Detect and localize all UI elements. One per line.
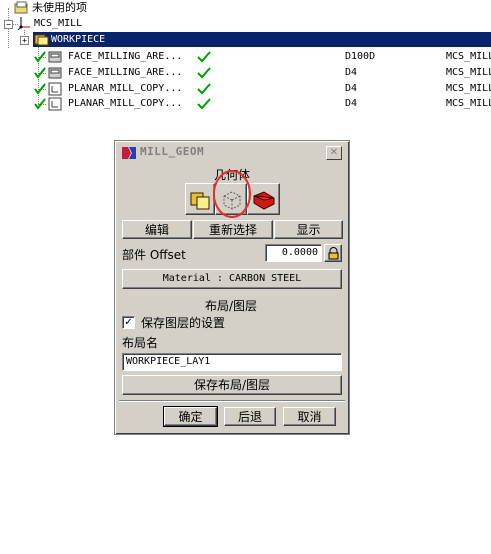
edit-button[interactable]: 编辑 <box>122 220 192 239</box>
tree-item-label: WORKPIECE <box>51 34 106 45</box>
operation-geometry: MCS_MILL <box>446 67 491 78</box>
tree-item-workpiece[interactable]: WORKPIECE <box>33 32 491 47</box>
save-layout-button[interactable]: 保存布局/图层 <box>122 375 342 395</box>
divider <box>119 400 345 402</box>
status-check-icon <box>197 67 211 79</box>
material-button[interactable]: Material : CARBON STEEL <box>122 269 342 289</box>
layout-name-label: 布局名 <box>122 336 159 350</box>
operation-tool: D100D <box>345 51 376 62</box>
folder-icon <box>14 1 28 14</box>
tree-item-label: MCS_MILL <box>34 18 83 29</box>
part-geometry-icon <box>190 192 210 210</box>
operation-tool: D4 <box>345 67 358 78</box>
operation-face-mill-icon <box>34 51 62 63</box>
operation-planar-mill-icon <box>34 97 62 111</box>
tree-item-operation[interactable]: FACE_MILLING_ARE... D4 MCS_MILL <box>34 65 491 80</box>
operation-name: PLANAR_MILL_COPY... <box>68 98 183 109</box>
part-offset-input[interactable]: 0.0000 <box>265 244 322 262</box>
tree-item-operation[interactable]: PLANAR_MILL_COPY... D4 MCS_MILL <box>34 81 491 96</box>
status-check-icon <box>197 83 211 95</box>
status-check-icon <box>197 98 211 110</box>
operation-geometry: MCS_MILL <box>446 51 491 62</box>
back-button[interactable]: 后退 <box>224 407 276 426</box>
expand-toggle[interactable]: + <box>20 36 29 45</box>
status-check-icon <box>197 51 211 63</box>
operation-face-mill-icon <box>34 67 62 79</box>
lock-button[interactable] <box>324 244 342 262</box>
operation-tool: D4 <box>345 98 358 109</box>
check-geometry-icon <box>253 191 275 210</box>
tree-item-operation[interactable]: FACE_MILLING_ARE... D100D MCS_MILL <box>34 49 491 64</box>
display-button[interactable]: 显示 <box>274 220 343 239</box>
dialog-title: MILL_GEOM <box>140 145 205 158</box>
workpiece-icon <box>34 34 49 46</box>
mill-geom-dialog: MILL_GEOM ✕ 几何体 编辑 重新选择 显示 部件 Offset 0.0… <box>114 140 350 435</box>
tree-item-label: 未使用的项 <box>32 1 87 14</box>
part-offset-label: 部件 Offset <box>122 248 186 262</box>
reselect-button[interactable]: 重新选择 <box>193 220 273 239</box>
operation-name: FACE_MILLING_ARE... <box>68 67 183 78</box>
operation-name: PLANAR_MILL_COPY... <box>68 83 183 94</box>
ok-button[interactable]: 确定 <box>163 406 218 427</box>
cancel-button[interactable]: 取消 <box>283 407 336 426</box>
lock-icon <box>328 247 339 260</box>
operation-geometry: MCS_MILL <box>446 98 491 109</box>
save-layer-settings-label: 保存图层的设置 <box>141 316 226 330</box>
save-layer-settings-checkbox[interactable]: ✓ <box>122 316 135 329</box>
coordinate-system-icon <box>17 17 30 30</box>
tree-item-operation[interactable]: PLANAR_MILL_COPY... D4 MCS_MILL <box>34 96 491 111</box>
operation-name: FACE_MILLING_ARE... <box>68 51 183 62</box>
highlight-circle <box>213 170 251 218</box>
layout-name-input[interactable]: WORKPIECE_LAY1 <box>122 353 342 371</box>
dialog-titlebar[interactable]: MILL_GEOM ✕ <box>118 144 346 161</box>
nx-app-icon <box>122 147 136 159</box>
collapse-toggle[interactable]: − <box>4 20 13 29</box>
operation-geometry: MCS_MILL <box>446 83 491 94</box>
operation-tool: D4 <box>345 83 358 94</box>
close-button[interactable]: ✕ <box>326 146 342 160</box>
layout-section-header: 布局/图层 <box>205 299 258 313</box>
operation-planar-mill-icon <box>34 82 62 96</box>
